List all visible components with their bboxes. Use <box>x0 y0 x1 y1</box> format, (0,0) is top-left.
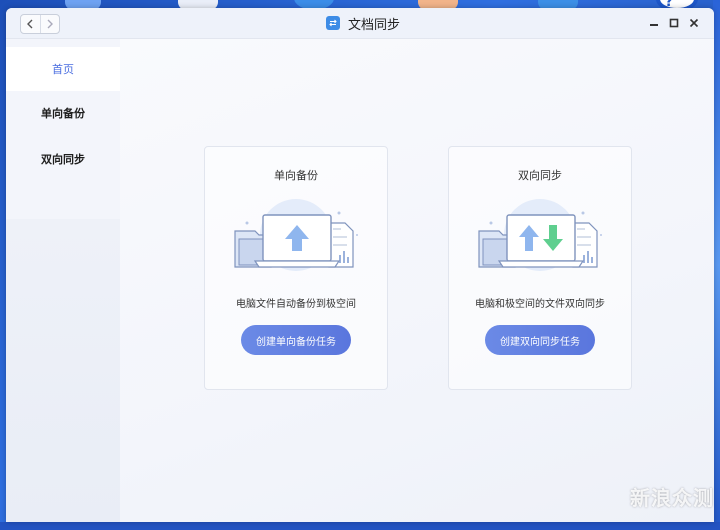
chevron-left-icon <box>27 19 33 29</box>
sidebar: 首页 单向备份 双向同步 <box>6 39 120 522</box>
close-icon <box>689 18 699 28</box>
desktop-background <box>713 0 720 530</box>
sidebar-item-two-way-sync[interactable]: 双向同步 <box>6 137 120 181</box>
sync-app-icon <box>326 16 340 30</box>
create-sync-task-button[interactable]: 创建双向同步任务 <box>485 325 595 355</box>
card-title: 单向备份 <box>274 169 318 182</box>
create-backup-task-button[interactable]: 创建单向备份任务 <box>241 325 351 355</box>
app-window: 文档同步 首页 单向备份 双向同步 单向备份 电脑文件自动备份到极空间 创建单向… <box>6 8 714 522</box>
sidebar-item-label: 首页 <box>52 63 74 76</box>
maximize-button[interactable] <box>667 16 681 30</box>
window-title-text: 文档同步 <box>348 17 401 33</box>
card-description: 电脑和极空间的文件双向同步 <box>475 299 605 310</box>
window-title: 文档同步 <box>326 14 401 33</box>
upload-laptop-illustration <box>234 199 358 271</box>
main-content: 单向备份 电脑文件自动备份到极空间 创建单向备份任务 双向同步 电脑和极空间的文… <box>120 39 714 522</box>
forward-button[interactable] <box>39 15 60 33</box>
desktop-background <box>0 522 720 530</box>
card-title: 双向同步 <box>518 169 562 182</box>
card-description: 电脑文件自动备份到极空间 <box>236 299 356 310</box>
sidebar-background <box>6 219 120 522</box>
back-button[interactable] <box>21 15 40 33</box>
sidebar-item-home[interactable]: 首页 <box>6 47 120 91</box>
sidebar-item-one-way-backup[interactable]: 单向备份 <box>6 91 120 135</box>
minimize-icon <box>650 24 658 26</box>
sidebar-item-label: 单向备份 <box>41 107 85 120</box>
nav-buttons <box>20 14 60 34</box>
close-button[interactable] <box>687 16 701 30</box>
chevron-right-icon <box>47 19 53 29</box>
sync-card: 双向同步 电脑和极空间的文件双向同步 创建双向同步任务 <box>448 146 632 390</box>
sidebar-item-label: 双向同步 <box>41 153 85 166</box>
title-bar: 文档同步 <box>6 8 714 39</box>
maximize-icon <box>669 18 679 28</box>
backup-card: 单向备份 电脑文件自动备份到极空间 创建单向备份任务 <box>204 146 388 390</box>
sync-laptop-illustration <box>478 199 602 271</box>
watermark: 新浪众测 <box>630 486 714 510</box>
minimize-button[interactable] <box>647 16 661 30</box>
